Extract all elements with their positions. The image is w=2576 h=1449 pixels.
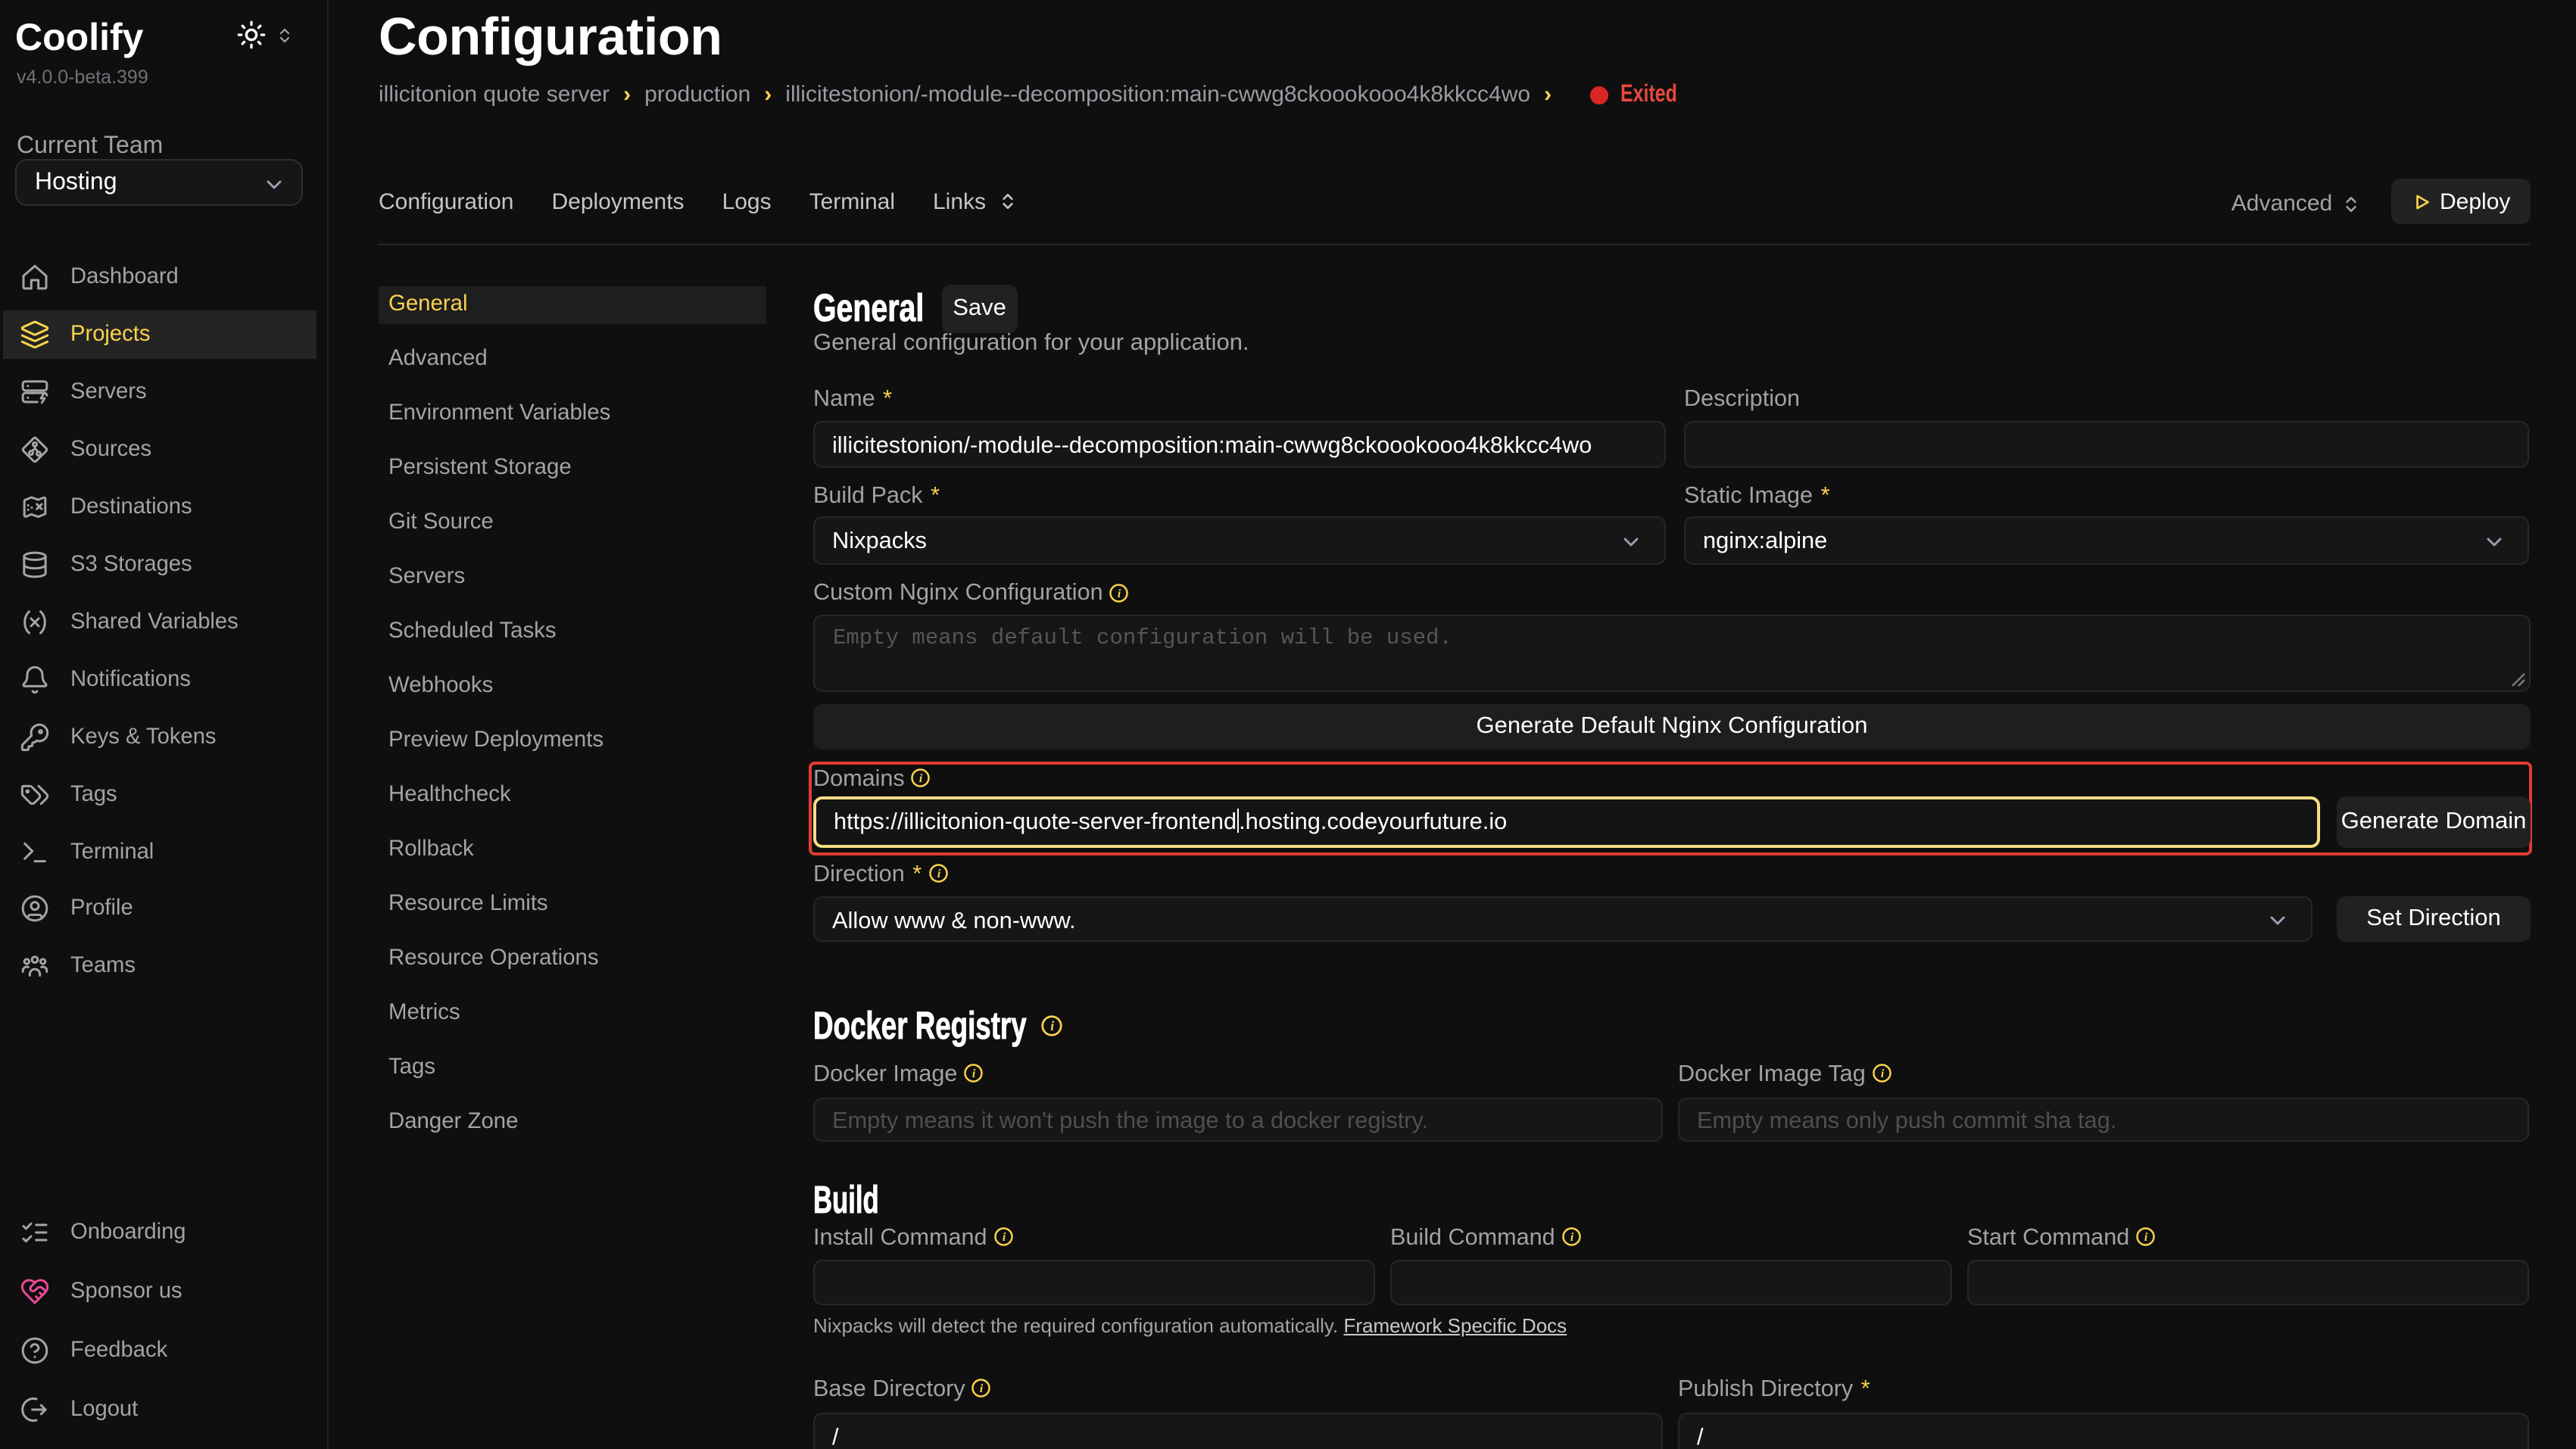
svg-text:i: i — [1881, 1067, 1885, 1080]
svg-text:i: i — [937, 868, 940, 880]
svg-text:i: i — [1050, 1018, 1054, 1033]
svg-text:i: i — [920, 772, 924, 785]
svg-text:i: i — [2144, 1231, 2148, 1244]
svg-text:i: i — [972, 1067, 976, 1080]
svg-text:i: i — [980, 1382, 984, 1395]
svg-text:i: i — [1570, 1231, 1574, 1244]
svg-text:i: i — [1002, 1231, 1006, 1244]
svg-text:i: i — [1118, 587, 1121, 600]
